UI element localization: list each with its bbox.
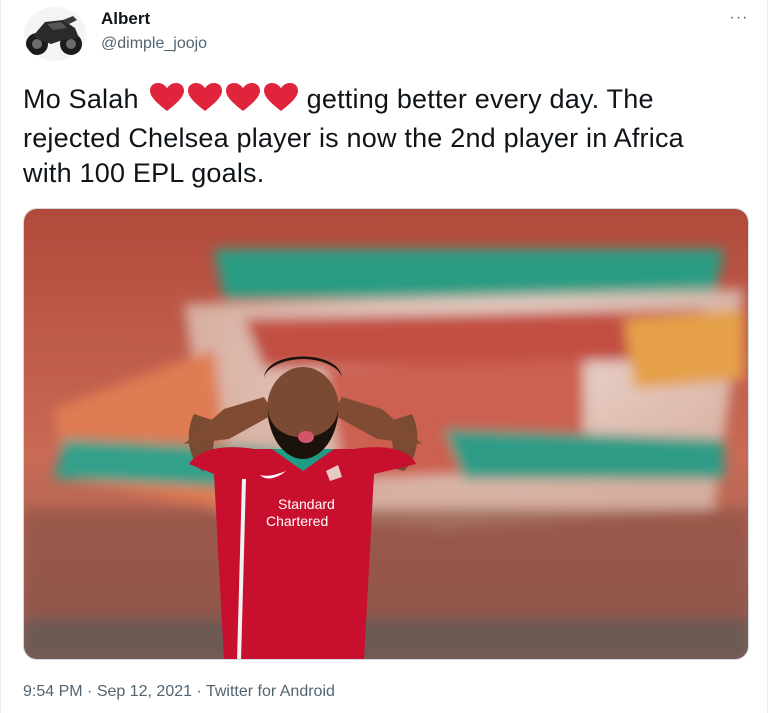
kit-sponsor-line-2: Chartered	[266, 513, 328, 529]
author-name[interactable]: Albert	[101, 9, 150, 29]
author-handle[interactable]: @dimple_joojo	[101, 35, 207, 53]
tweet-date[interactable]: Sep 12, 2021	[97, 683, 192, 700]
kit-sponsor-line-1: Standard	[278, 496, 335, 512]
tweet-media-photo[interactable]: Standard Chartered	[23, 208, 749, 660]
avatar[interactable]	[23, 6, 87, 62]
tweet-text-line-3: with 100 EPL goals.	[23, 158, 265, 188]
meta-separator: ·	[192, 683, 206, 700]
red-heart-icon	[225, 83, 260, 111]
tweet-source[interactable]: Twitter for Android	[206, 683, 335, 700]
tweet-text-before-emoji: Mo Salah	[23, 84, 139, 114]
meta-separator: ·	[82, 683, 97, 700]
tweet-text-line-1: Mo Salah getting better every day. The	[23, 82, 753, 121]
photo-salah-celebration: Standard Chartered	[24, 209, 748, 659]
red-heart-icon	[263, 83, 298, 111]
tweet-text-after-emoji: getting better every day. The	[306, 84, 654, 114]
motorcycle-avatar-icon	[24, 7, 86, 61]
tweet-header: Albert @dimple_joojo ···	[23, 6, 753, 62]
tweet-text: Mo Salah getting better every day. The re…	[23, 82, 753, 191]
more-dots-icon[interactable]: ···	[725, 8, 753, 28]
tweet-text-line-2: rejected Chelsea player is now the 2nd p…	[23, 123, 684, 153]
tweet-time[interactable]: 9:54 PM	[23, 683, 83, 700]
red-heart-icon	[187, 83, 222, 111]
heart-emoji-group	[149, 82, 301, 121]
tweet-metadata: 9:54 PM · Sep 12, 2021 · Twitter for And…	[23, 683, 335, 701]
tweet-card: Albert @dimple_joojo ··· Mo Salah getting…	[0, 0, 768, 713]
red-heart-icon	[149, 83, 184, 111]
